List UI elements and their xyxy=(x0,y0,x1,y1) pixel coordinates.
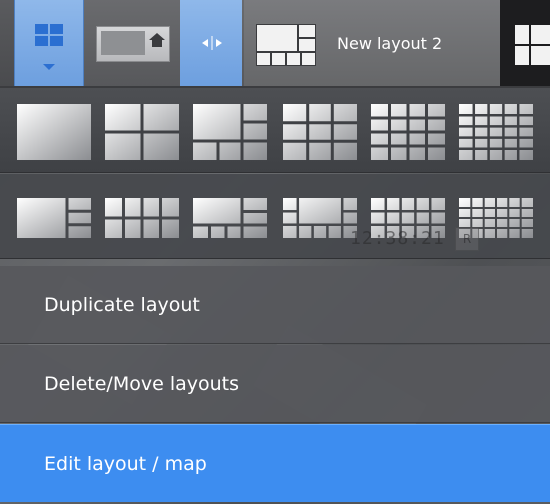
layouts-menu-button[interactable] xyxy=(14,0,84,86)
toolbar-edge xyxy=(0,0,14,86)
menu-item-edit-layout-map[interactable]: Edit layout / map xyxy=(0,424,550,502)
layout-tab-next[interactable] xyxy=(500,0,550,86)
tab-resize-handle[interactable] xyxy=(180,0,242,86)
camera-timestamp: 12:38:21 xyxy=(350,228,445,249)
menu-item-duplicate-layout[interactable]: Duplicate layout xyxy=(0,266,550,344)
layout-thumbnail xyxy=(101,31,145,55)
layout-template-1plus3[interactable] xyxy=(17,198,91,238)
layouts-grid-icon xyxy=(35,24,63,46)
layout-templates-row xyxy=(0,88,550,173)
layout-template-5x5[interactable] xyxy=(459,104,533,160)
layout-template-2x2[interactable] xyxy=(105,104,179,160)
layout-thumbnail xyxy=(514,24,550,66)
menu-item-delete-move-layouts[interactable]: Delete/Move layouts xyxy=(0,345,550,423)
layout-template-4x4[interactable] xyxy=(371,104,445,160)
layout-tab-title: New layout 2 xyxy=(337,34,443,53)
layout-tab-home[interactable] xyxy=(96,26,170,62)
layout-tab-active[interactable]: New layout 2 xyxy=(244,0,500,86)
recording-badge: R xyxy=(455,227,479,251)
layout-toolbar: New layout 2 xyxy=(0,0,550,88)
layout-template-1[interactable] xyxy=(17,104,91,160)
layout-template-3x3[interactable] xyxy=(283,104,357,160)
layouts-dropdown: 12:38:21 R Duplicate layout Delete/Move … xyxy=(0,88,550,504)
chevron-down-icon xyxy=(43,64,55,70)
layout-template-1plus7[interactable] xyxy=(193,198,267,238)
layout-template-1plus5[interactable] xyxy=(193,104,267,160)
resize-arrows-icon xyxy=(202,36,222,50)
layout-template-2x4[interactable] xyxy=(105,198,179,238)
home-icon xyxy=(149,33,165,47)
layout-thumbnail xyxy=(256,24,316,66)
layout-template-1plus12[interactable] xyxy=(283,198,357,238)
